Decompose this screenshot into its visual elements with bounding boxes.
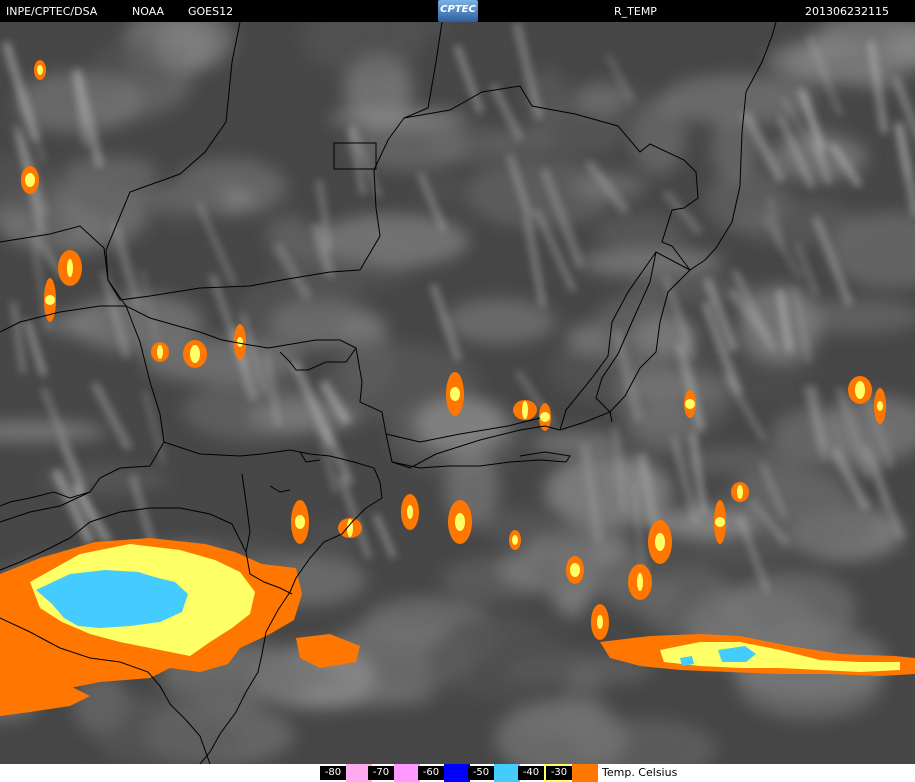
legend-swatch-70 bbox=[394, 764, 420, 782]
cold-cell-yellow bbox=[522, 401, 528, 419]
cptec-logo: CPTEC bbox=[438, 0, 478, 22]
cloud-blob bbox=[155, 22, 214, 72]
cold-cell-yellow bbox=[407, 505, 413, 519]
cold-cell-yellow bbox=[450, 387, 460, 401]
cloud-blob bbox=[426, 623, 577, 699]
cold-cell-yellow bbox=[37, 65, 43, 75]
legend-label-70: -70 bbox=[368, 766, 394, 780]
cold-cell-yellow bbox=[597, 615, 603, 629]
cloud-blob bbox=[67, 156, 152, 216]
source-label: NOAA bbox=[132, 5, 165, 18]
cold-cell-yellow bbox=[737, 485, 743, 499]
cold-cell-yellow bbox=[237, 337, 243, 347]
cold-cell-yellow bbox=[67, 259, 73, 277]
satellite-image bbox=[0, 22, 915, 764]
cold-cell-yellow bbox=[570, 563, 580, 577]
cold-cell-yellow bbox=[715, 517, 725, 527]
legend-label-80: -80 bbox=[320, 766, 346, 780]
cold-cell-yellow bbox=[655, 533, 665, 551]
cloud-blob bbox=[595, 213, 688, 252]
cold-cell-yellow bbox=[157, 345, 163, 359]
cold-cell-yellow bbox=[455, 513, 465, 531]
legend-bar: -80 -70 -60 -50 -40 -30 Temp. Celsius bbox=[0, 764, 915, 782]
timestamp-label: 201306232115 bbox=[805, 5, 889, 18]
cold-cell-yellow bbox=[637, 573, 643, 591]
logo-text: CPTEC bbox=[440, 4, 476, 15]
cold-cell-yellow bbox=[295, 515, 305, 529]
product-label: R_TEMP bbox=[614, 5, 657, 18]
cloud-blob bbox=[444, 299, 556, 345]
legend-label-60: -60 bbox=[418, 766, 444, 780]
legend-swatch-50 bbox=[494, 764, 520, 782]
cloud-blob bbox=[829, 513, 888, 557]
cold-cell-yellow bbox=[512, 535, 518, 545]
cloud-blob bbox=[343, 326, 396, 397]
legend-swatch-60 bbox=[444, 764, 470, 782]
cold-cell-yellow bbox=[190, 345, 200, 363]
legend-label-40: -40 bbox=[518, 766, 544, 780]
cloud-blob bbox=[631, 98, 686, 176]
cloud-blob bbox=[300, 685, 436, 707]
cloud-blob bbox=[825, 50, 895, 81]
cold-cell-yellow bbox=[877, 401, 883, 411]
cloud-blob bbox=[530, 432, 623, 454]
legend-label-30: -30 bbox=[546, 766, 572, 780]
legend-label-50: -50 bbox=[468, 766, 494, 780]
cold-cell-yellow bbox=[855, 381, 865, 399]
cloud-blob bbox=[661, 74, 812, 125]
cloud-blob bbox=[490, 128, 555, 156]
cold-cell-yellow bbox=[540, 412, 550, 422]
legend-swatch-30 bbox=[572, 764, 598, 782]
agency-label: INPE/CPTEC/DSA bbox=[6, 5, 98, 18]
cloud-blob bbox=[536, 520, 596, 595]
legend-unit-label: Temp. Celsius bbox=[602, 766, 678, 779]
cold-cell-yellow bbox=[685, 399, 695, 409]
cold-cell-yellow bbox=[25, 173, 35, 187]
satellite-map bbox=[0, 22, 915, 764]
header-bar: INPE/CPTEC/DSA NOAA GOES12 CPTEC R_TEMP … bbox=[0, 0, 915, 22]
cold-cell-yellow bbox=[45, 295, 55, 305]
cloud-blob bbox=[589, 295, 686, 374]
satellite-label: GOES12 bbox=[188, 5, 234, 18]
